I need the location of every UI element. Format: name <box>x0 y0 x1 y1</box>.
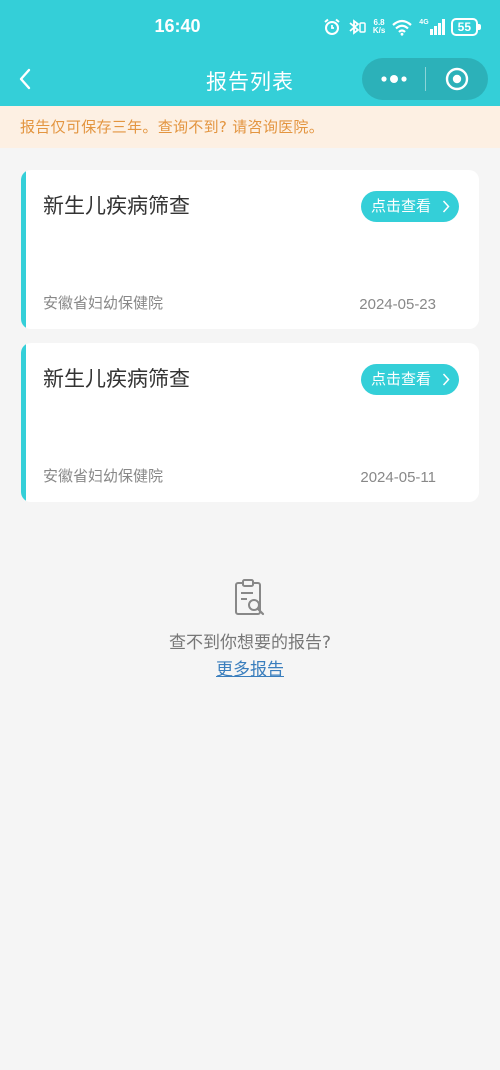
mini-program-capsule <box>362 58 488 100</box>
net-speed: 6.8 K/s <box>373 19 385 35</box>
report-list: 新生儿疾病筛查 点击查看 安徽省妇幼保健院 2024-05-23 新生儿疾病筛查… <box>0 148 500 502</box>
chevron-right-icon <box>442 200 450 213</box>
report-date: 2024-05-23 <box>359 296 436 313</box>
view-report-button[interactable]: 点击查看 <box>360 191 459 222</box>
net-speed-unit: K/s <box>372 26 386 35</box>
empty-hint: 查不到你想要的报告? 更多报告 <box>0 578 500 680</box>
report-title: 新生儿疾病筛查 <box>43 194 190 218</box>
header-area: 16:40 6.8 K/s 4G 55 报告列表 <box>0 0 500 106</box>
close-target-icon <box>445 67 469 91</box>
view-button-label: 点击查看 <box>370 370 431 388</box>
report-card[interactable]: 新生儿疾病筛查 点击查看 安徽省妇幼保健院 2024-05-23 <box>21 170 479 329</box>
report-title: 新生儿疾病筛查 <box>43 367 190 391</box>
status-icons: 6.8 K/s 4G 55 <box>323 17 482 37</box>
report-hospital: 安徽省妇幼保健院 <box>43 294 164 312</box>
report-hospital: 安徽省妇幼保健院 <box>43 467 164 485</box>
more-reports-link[interactable]: 更多报告 <box>216 655 284 680</box>
net-type: 4G <box>419 19 429 26</box>
empty-hint-text: 查不到你想要的报告? <box>168 633 332 653</box>
wifi-icon <box>392 19 413 36</box>
more-button[interactable] <box>362 58 425 100</box>
card-accent-bar <box>21 170 26 329</box>
report-date: 2024-05-11 <box>360 469 436 486</box>
status-bar: 16:40 6.8 K/s 4G 55 <box>0 0 500 52</box>
signal-icon: 4G <box>419 19 445 35</box>
card-accent-bar <box>21 343 26 502</box>
nav-bar: 报告列表 <box>0 52 500 106</box>
chevron-right-icon <box>442 373 450 386</box>
more-dots-icon <box>380 75 407 83</box>
status-time: 16:40 <box>154 16 201 36</box>
bluetooth-icon <box>349 19 366 35</box>
view-report-button[interactable]: 点击查看 <box>360 364 459 395</box>
clipboard-search-icon <box>235 579 265 616</box>
notice-banner: 报告仅可保存三年。查询不到? 请咨询医院。 <box>0 106 500 148</box>
alarm-icon <box>324 18 340 35</box>
battery-indicator: 55 <box>450 18 482 36</box>
report-card[interactable]: 新生儿疾病筛查 点击查看 安徽省妇幼保健院 2024-05-11 <box>21 343 479 502</box>
close-button[interactable] <box>426 58 488 100</box>
view-button-label: 点击查看 <box>370 197 431 215</box>
